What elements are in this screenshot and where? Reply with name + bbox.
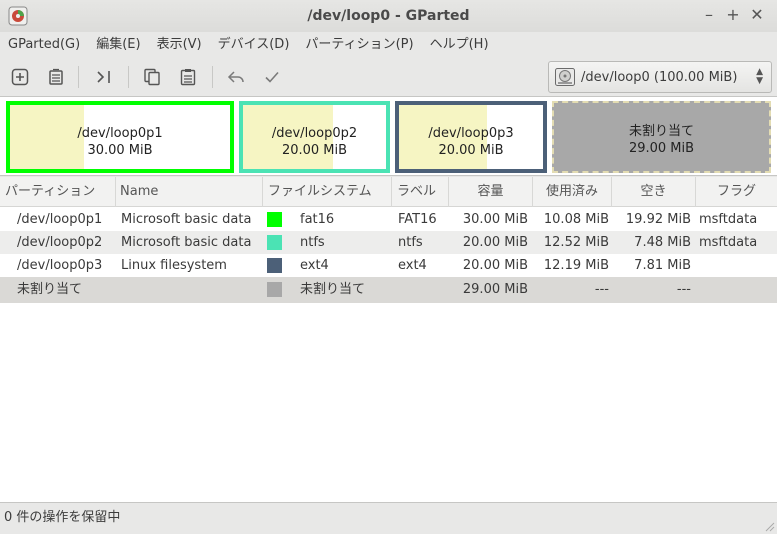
filesystem-color-swatch: [267, 235, 282, 250]
partition-block-name: /dev/loop0p3: [428, 126, 514, 141]
partition-block-size: 29.00 MiB: [628, 141, 695, 156]
new-partition-icon: [11, 68, 29, 86]
checkmark-icon: [265, 71, 279, 83]
table-row[interactable]: /dev/loop0p2 Microsoft basic data ntfs ntfs…: [0, 231, 777, 254]
cell-partition: /dev/loop0p2: [17, 235, 103, 250]
menu-edit[interactable]: 編集(E): [88, 32, 148, 58]
status-bar: 0 件の操作を保留中: [0, 504, 777, 534]
partition-block-loop0p1[interactable]: /dev/loop0p1 30.00 MiB: [6, 101, 234, 173]
partition-block-loop0p3[interactable]: /dev/loop0p3 20.00 MiB: [395, 101, 547, 173]
cell-used: 12.19 MiB: [543, 258, 609, 273]
cell-free: 7.48 MiB: [634, 235, 691, 250]
table-row[interactable]: /dev/loop0p1 Microsoft basic data fat16 FAT…: [0, 208, 777, 231]
cell-label: FAT16: [398, 212, 437, 227]
partition-table: パーティション Name ファイルシステム ラベル 容量 使用済み 空き フラグ…: [0, 177, 777, 503]
cell-flags: [699, 254, 775, 277]
partition-block-name: 未割り当て: [628, 124, 694, 139]
cell-size: 30.00 MiB: [462, 212, 528, 227]
column-header-flags[interactable]: フラグ: [696, 177, 777, 207]
cell-filesystem: ext4: [300, 258, 329, 273]
cell-flags: msftdata: [699, 212, 758, 227]
cell-name: Microsoft basic data: [121, 212, 252, 227]
undo-icon: [227, 71, 244, 83]
menu-partition[interactable]: パーティション(P): [297, 32, 421, 58]
cell-partition: /dev/loop0p3: [17, 258, 103, 273]
menu-gparted[interactable]: GParted(G): [0, 32, 88, 58]
table-header: パーティション Name ファイルシステム ラベル 容量 使用済み 空き フラグ: [0, 177, 777, 207]
column-header-free[interactable]: 空き: [612, 177, 696, 207]
apply-button[interactable]: [260, 65, 284, 89]
cell-name: Microsoft basic data: [121, 235, 252, 250]
spin-arrows-icon: ▲ ▼: [756, 67, 763, 86]
partition-block-unallocated[interactable]: 未割り当て 29.00 MiB: [552, 101, 771, 173]
cell-flags: [699, 277, 775, 303]
partition-block-size: 20.00 MiB: [281, 143, 348, 158]
cell-flags: msftdata: [699, 235, 758, 250]
partition-block-size: 20.00 MiB: [438, 143, 504, 158]
toolbar-separator: [212, 66, 213, 88]
partition-block-name: /dev/loop0p1: [77, 126, 163, 141]
cell-size: 20.00 MiB: [462, 258, 528, 273]
close-button[interactable]: ✕: [746, 4, 768, 26]
table-row[interactable]: /dev/loop0p3 Linux filesystem ext4 ext4 20.0…: [0, 254, 777, 277]
minimize-button[interactable]: –: [698, 4, 720, 26]
cell-filesystem: ntfs: [300, 235, 325, 250]
cell-free: ---: [676, 282, 691, 297]
paste-button[interactable]: [176, 65, 200, 89]
column-header-filesystem[interactable]: ファイルシステム: [263, 177, 392, 207]
resize-move-button[interactable]: [92, 65, 116, 89]
copy-icon: [144, 68, 160, 86]
title-bar: /dev/loop0 - GParted – + ✕: [0, 0, 777, 32]
maximize-button[interactable]: +: [722, 4, 744, 26]
resize-move-icon: [97, 71, 110, 83]
cell-filesystem: fat16: [300, 212, 335, 227]
column-header-partition[interactable]: パーティション: [0, 177, 116, 207]
partition-map: /dev/loop0p1 30.00 MiB /dev/loop0p2 20.00 …: [0, 96, 777, 176]
device-selector[interactable]: /dev/loop0 (100.00 MiB) ▲ ▼: [548, 61, 772, 93]
cell-used: 10.08 MiB: [543, 212, 609, 227]
pending-operations-text: 0 件の操作を保留中: [4, 510, 121, 525]
resize-grip-icon[interactable]: [763, 520, 775, 532]
copy-button[interactable]: [140, 65, 164, 89]
delete-partition-button[interactable]: [44, 65, 68, 89]
column-header-used[interactable]: 使用済み: [533, 177, 612, 207]
window-title: /dev/loop0 - GParted: [307, 8, 470, 24]
cell-filesystem: 未割り当て: [300, 282, 366, 297]
cell-free: 19.92 MiB: [625, 212, 691, 227]
toolbar-separator: [128, 66, 129, 88]
cell-partition: 未割り当て: [17, 282, 83, 297]
menu-device[interactable]: デバイス(D): [210, 32, 298, 58]
menu-help[interactable]: ヘルプ(H): [422, 32, 497, 58]
hard-disk-icon: [555, 68, 575, 86]
device-selector-value: /dev/loop0 (100.00 MiB): [581, 69, 738, 85]
column-header-size[interactable]: 容量: [449, 177, 533, 207]
cell-name: [121, 277, 263, 303]
cell-size: 29.00 MiB: [462, 282, 528, 297]
cell-size: 20.00 MiB: [462, 235, 528, 250]
filesystem-color-swatch: [267, 282, 282, 297]
partition-block-size: 30.00 MiB: [87, 143, 153, 158]
cell-used: 12.52 MiB: [543, 235, 609, 250]
menu-view[interactable]: 表示(V): [149, 32, 210, 58]
table-row[interactable]: 未割り当て 未割り当て 29.00 MiB --- ---: [0, 277, 777, 303]
cell-free: 7.81 MiB: [634, 258, 691, 273]
cell-used: ---: [594, 282, 609, 297]
column-header-label[interactable]: ラベル: [392, 177, 449, 207]
partition-block-loop0p2[interactable]: /dev/loop0p2 20.00 MiB: [239, 101, 390, 173]
paste-icon: [180, 69, 196, 86]
filesystem-color-swatch: [267, 258, 282, 273]
cell-partition: /dev/loop0p1: [17, 212, 103, 227]
cell-label: [398, 277, 448, 303]
cell-label: ntfs: [398, 235, 423, 250]
undo-button[interactable]: [224, 65, 248, 89]
menu-bar: GParted(G) 編集(E) 表示(V) デバイス(D) パーティション(P…: [0, 32, 777, 58]
delete-icon: [49, 68, 63, 85]
cell-name: Linux filesystem: [121, 258, 227, 273]
cell-label: ext4: [398, 258, 427, 273]
toolbar-separator: [78, 66, 79, 88]
column-header-name[interactable]: Name: [116, 177, 263, 207]
partition-block-name: /dev/loop0p2: [271, 126, 358, 141]
new-partition-button[interactable]: [8, 65, 32, 89]
filesystem-color-swatch: [267, 212, 282, 227]
